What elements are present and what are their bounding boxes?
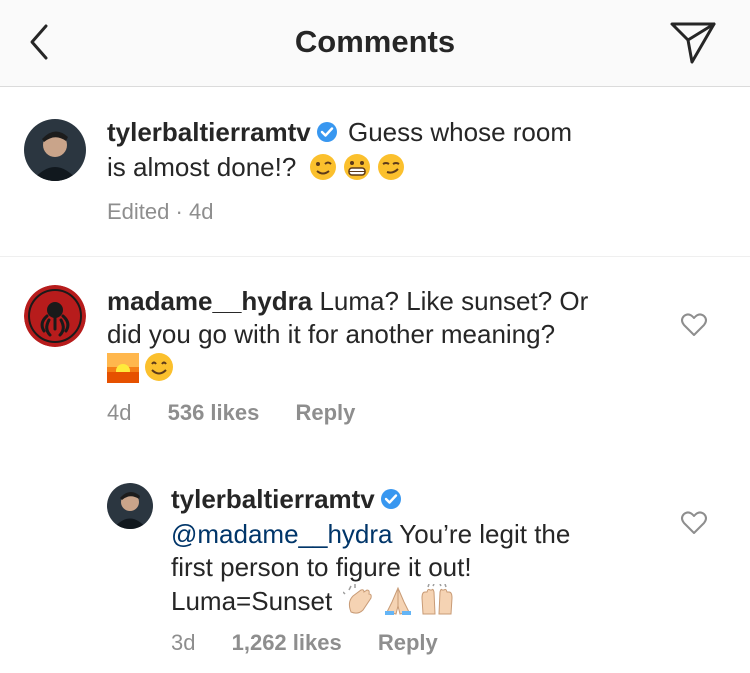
folded-hands-icon xyxy=(381,584,415,624)
sunset-icon xyxy=(107,353,139,391)
heart-icon xyxy=(681,511,707,534)
caption-text: tylerbaltierramtv Guess whose room is al… xyxy=(107,116,667,190)
reply-line-3: Luma=Sunset xyxy=(171,586,333,616)
user-photo-icon xyxy=(107,483,153,529)
divider xyxy=(0,256,750,257)
smiling-face-icon xyxy=(143,351,175,391)
share-button[interactable] xyxy=(668,18,720,66)
reply-time: 3d xyxy=(171,630,196,655)
comment-meta: 4d 536 likes Reply xyxy=(107,400,355,426)
header-bar: Comments xyxy=(0,0,750,87)
reply-meta: 3d 1,262 likes Reply xyxy=(171,630,438,656)
avatar[interactable] xyxy=(107,483,153,529)
mention-link[interactable]: @madame__hydra xyxy=(171,519,393,549)
paper-plane-icon xyxy=(670,22,716,64)
likes-count[interactable]: 536 likes xyxy=(168,400,260,426)
avatar[interactable] xyxy=(24,119,86,181)
verified-badge-icon xyxy=(380,485,402,518)
winking-face-icon xyxy=(308,152,338,190)
comment-username[interactable]: madame__hydra xyxy=(107,286,312,316)
reply-username[interactable]: tylerbaltierramtv xyxy=(171,484,375,514)
reply-line-1: You’re legit the xyxy=(399,519,571,549)
reply-text: tylerbaltierramtv @madame__hydra You’re … xyxy=(171,483,661,624)
caption-username[interactable]: tylerbaltierramtv xyxy=(107,117,311,147)
comment-time: 4d xyxy=(107,400,132,425)
edited-label: Edited xyxy=(107,199,170,224)
caption-line-2: is almost done!? xyxy=(107,152,297,182)
like-button[interactable] xyxy=(680,509,708,535)
caption-meta: Edited · 4d xyxy=(107,199,213,225)
reply-button[interactable]: Reply xyxy=(378,630,438,656)
likes-count[interactable]: 1,262 likes xyxy=(232,630,342,656)
verified-badge-icon xyxy=(316,118,338,151)
avatar[interactable] xyxy=(24,285,86,347)
reply-line-2: first person to figure it out! xyxy=(171,552,472,582)
comment-line-2: did you go with it for another meaning? xyxy=(107,319,556,349)
caption-line-1: Guess whose room xyxy=(348,117,572,147)
caption-time: 4d xyxy=(188,199,214,224)
clapping-hands-icon xyxy=(342,584,377,624)
raising-hands-icon xyxy=(419,583,455,624)
comment-line-1: Luma? Like sunset? Or xyxy=(319,286,589,316)
comment-text: madame__hydra Luma? Like sunset? Or did … xyxy=(107,285,667,391)
meta-separator: · xyxy=(175,199,183,224)
user-photo-icon xyxy=(24,119,86,181)
reply-button[interactable]: Reply xyxy=(295,400,355,426)
heart-icon xyxy=(681,313,707,336)
page-title: Comments xyxy=(294,24,456,59)
smirking-face-icon xyxy=(376,152,406,190)
hydra-logo-icon xyxy=(24,285,86,347)
like-button[interactable] xyxy=(680,311,708,337)
grimacing-face-icon xyxy=(342,152,372,190)
